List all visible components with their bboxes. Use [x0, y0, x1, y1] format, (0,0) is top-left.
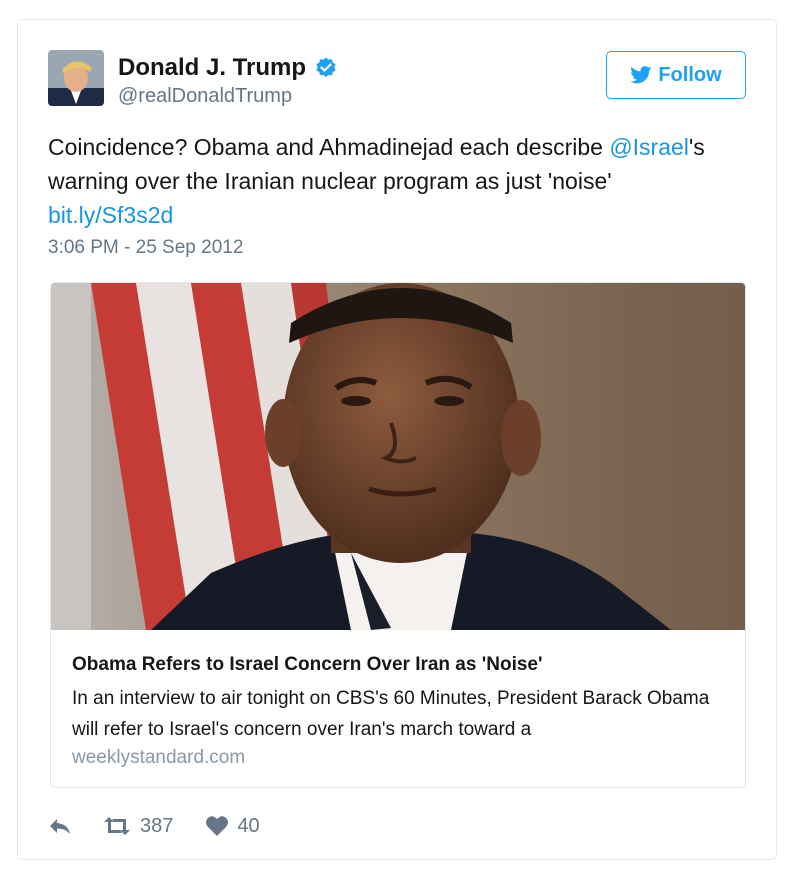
card-image	[51, 283, 745, 630]
card-description: In an interview to air tonight on CBS's …	[72, 688, 710, 740]
tweet-actions: 387 40	[48, 811, 260, 841]
follow-label: Follow	[658, 63, 722, 86]
reply-button[interactable]	[48, 816, 72, 836]
retweet-icon	[104, 817, 130, 835]
tweet-card: Donald J. Trump @realDonaldTrump Follow …	[17, 19, 777, 860]
timestamp[interactable]: 3:06 PM - 25 Sep 2012	[48, 237, 243, 259]
card-domain: weeklystandard.com	[72, 747, 246, 768]
retweet-count: 387	[140, 814, 174, 837]
short-link[interactable]: bit.ly/Sf3s2d	[48, 202, 173, 228]
author-name[interactable]: Donald J. Trump	[118, 54, 338, 82]
like-button[interactable]: 40	[205, 814, 260, 838]
tweet-text: Coincidence? Obama and Ahmadinejad each …	[48, 130, 758, 232]
verified-badge-icon	[316, 57, 336, 78]
link-card[interactable]: Obama Refers to Israel Concern Over Iran…	[50, 282, 746, 788]
avatar[interactable]	[48, 50, 104, 106]
retweet-button[interactable]: 387	[102, 815, 173, 838]
mention-link[interactable]: @Israel	[609, 134, 689, 160]
author-handle[interactable]: @realDonaldTrump	[118, 85, 292, 108]
twitter-bird-icon	[630, 66, 652, 84]
like-count: 40	[237, 814, 260, 837]
card-title: Obama Refers to Israel Concern Over Iran…	[72, 654, 543, 675]
reply-icon	[50, 819, 70, 834]
avatar-image	[48, 50, 104, 106]
follow-button[interactable]: Follow	[606, 51, 746, 99]
heart-icon	[206, 816, 229, 836]
tweet-text-part1: Coincidence? Obama and Ahmadinejad each …	[48, 134, 610, 160]
author-name-text: Donald J. Trump	[118, 54, 307, 81]
